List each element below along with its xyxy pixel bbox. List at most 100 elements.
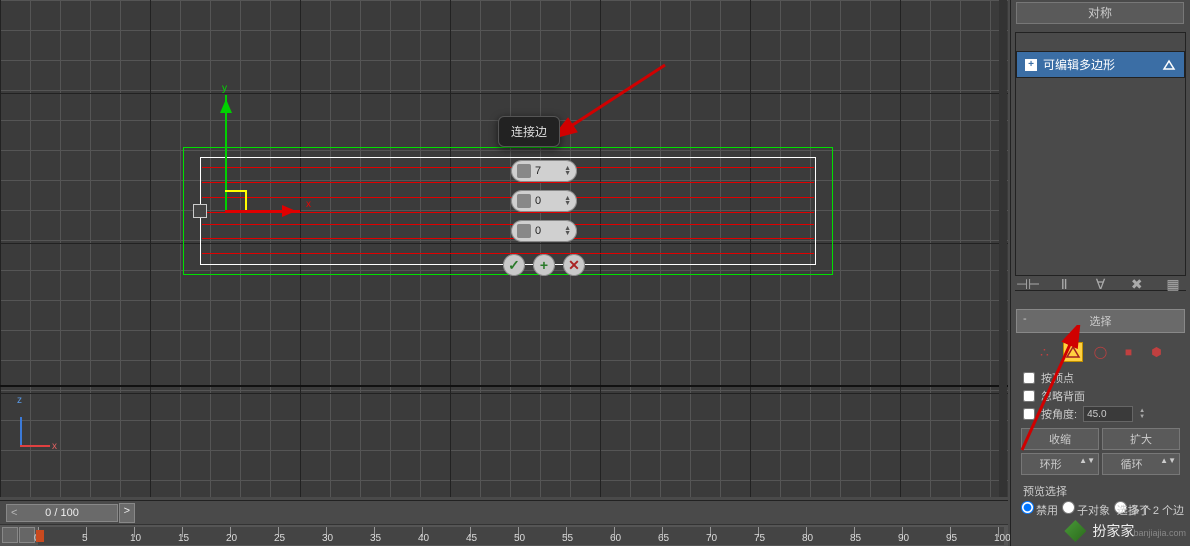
gizmo-y-axis[interactable]: [225, 95, 227, 210]
loop-button[interactable]: 循环▲▼: [1102, 453, 1180, 475]
by-vertex-check[interactable]: 按顶点: [1023, 370, 1178, 386]
horizon-line: [0, 385, 1008, 387]
grow-button[interactable]: 扩大: [1102, 428, 1180, 450]
ruler-tick-label: 50: [514, 533, 525, 544]
angle-spinner-arrows[interactable]: ▲▼: [1139, 408, 1145, 420]
ignore-backfacing-check[interactable]: 忽略背面: [1023, 388, 1178, 404]
border-mode-button[interactable]: ◯: [1091, 342, 1111, 362]
ruler-tick-label: 5: [82, 533, 88, 544]
polygon-mode-button[interactable]: ■: [1119, 342, 1139, 362]
axis-z-label: z: [17, 395, 22, 406]
ignore-backfacing-label: 忽略背面: [1041, 388, 1085, 404]
ruler-tick-label: 40: [418, 533, 429, 544]
slide-value: 0: [535, 225, 541, 237]
caddy-controls: 7 ▲▼ 0 ▲▼ 0 ▲▼ ✓ + ✕: [503, 160, 585, 276]
element-mode-button[interactable]: ⬢: [1147, 342, 1167, 362]
modifier-dropdown[interactable]: 对称: [1016, 2, 1184, 24]
edge-mode-icon: [1162, 59, 1176, 71]
ruler-tick-label: 85: [850, 533, 861, 544]
time-slider-bar: 0 / 100: [0, 500, 1008, 524]
ruler-handle[interactable]: [36, 530, 44, 542]
caddy-button-row: ✓ + ✕: [503, 254, 585, 276]
collapse-icon: -: [1023, 313, 1027, 325]
ruler-tick-label: 70: [706, 533, 717, 544]
by-angle-label: 按角度:: [1041, 406, 1077, 422]
selection-status: 选择了 2 个边: [1117, 502, 1184, 518]
axis-z: [20, 417, 22, 447]
modifier-stack-toolbar: ⊣⊢ Ⅱ ∀ ✖ ▦: [1015, 254, 1186, 291]
pin-stack-icon[interactable]: ⊣⊢: [1019, 275, 1037, 293]
spinner-arrows[interactable]: ▲▼: [564, 196, 571, 206]
gizmo-xy-plane[interactable]: [225, 190, 245, 192]
caddy-tooltip: 连接边: [498, 116, 560, 147]
rollout-title: 选择: [1090, 316, 1112, 328]
edge-mode-button[interactable]: [1063, 342, 1083, 362]
angle-input[interactable]: [1083, 406, 1133, 422]
remove-modifier-icon[interactable]: ✖: [1128, 275, 1146, 293]
tooltip-label: 连接边: [511, 125, 547, 139]
ruler-tick-label: 10: [130, 533, 141, 544]
selection-rollout: - 选择 ∴ ◯ ■ ⬢ 按顶点 忽略背面 按角度: ▲▼ 收缩 扩大 环形▲▼…: [1013, 306, 1188, 520]
expand-icon[interactable]: +: [1025, 59, 1037, 71]
ruler-buttons: [2, 527, 35, 543]
key-filter-button[interactable]: [19, 527, 35, 543]
segments-icon: [517, 164, 531, 178]
make-unique-icon[interactable]: ∀: [1092, 275, 1110, 293]
by-angle-check[interactable]: [1023, 408, 1035, 420]
segments-value: 7: [535, 165, 541, 177]
modifier-stack[interactable]: + 可编辑多边形: [1015, 32, 1186, 276]
shrink-button[interactable]: 收缩: [1021, 428, 1099, 450]
cancel-button[interactable]: ✕: [563, 254, 585, 276]
pinch-spinner[interactable]: 0 ▲▼: [511, 190, 577, 212]
gizmo-xy-plane[interactable]: [245, 190, 247, 210]
ring-button[interactable]: 环形▲▼: [1021, 453, 1099, 475]
ruler-track[interactable]: 0510152025303540455055606570758085909510…: [38, 527, 1004, 545]
gizmo-x-axis[interactable]: [225, 210, 300, 212]
modifier-item-label: 可编辑多边形: [1043, 56, 1115, 73]
ruler-tick-label: 45: [466, 533, 477, 544]
selection-rollout-header[interactable]: - 选择: [1016, 309, 1185, 333]
viewport-axis-tripod: z x: [20, 407, 60, 447]
preview-subobj-radio[interactable]: 子对象: [1062, 501, 1110, 518]
ok-button[interactable]: ✓: [503, 254, 525, 276]
time-slider[interactable]: 0 / 100: [6, 504, 118, 522]
preview-disable-radio[interactable]: 禁用: [1021, 501, 1058, 518]
by-vertex-label: 按顶点: [1041, 370, 1074, 386]
key-mode-button[interactable]: [2, 527, 18, 543]
slide-icon: [517, 224, 531, 238]
timeline-ruler[interactable]: 0510152025303540455055606570758085909510…: [0, 524, 1008, 546]
ruler-tick-label: 65: [658, 533, 669, 544]
ruler-tick-label: 90: [898, 533, 909, 544]
preview-selection-label: 预览选择: [1013, 479, 1188, 499]
watermark-en: banjiajia.com: [1133, 528, 1186, 538]
configure-sets-icon[interactable]: ▦: [1164, 275, 1182, 293]
gizmo-y-label: y: [222, 83, 227, 94]
apply-button[interactable]: +: [533, 254, 555, 276]
command-panel: 对称 + 可编辑多边形 ⊣⊢ Ⅱ ∀ ✖ ▦ - 选择 ∴ ◯ ■ ⬢ 按顶点 …: [1010, 0, 1190, 546]
ruler-tick-label: 95: [946, 533, 957, 544]
spinner-arrows[interactable]: ▲▼: [564, 166, 571, 176]
viewport[interactable]: y x 连接边 7 ▲▼ 0 ▲▼ 0 ▲▼ ✓ + ✕: [0, 0, 1008, 497]
ruler-tick-label: 20: [226, 533, 237, 544]
ruler-tick-label: 15: [178, 533, 189, 544]
gizmo-x-label: x: [306, 199, 311, 210]
modifier-dropdown-label: 对称: [1088, 6, 1112, 20]
modifier-item-editable-poly[interactable]: + 可编辑多边形: [1016, 51, 1185, 78]
ruler-tick-label: 100: [994, 533, 1011, 544]
sub-object-row: ∴ ◯ ■ ⬢: [1013, 336, 1188, 368]
gizmo-origin[interactable]: [193, 204, 207, 218]
watermark: 扮家家 banjiajia.com: [1064, 520, 1186, 542]
time-slider-label: 0 / 100: [45, 507, 79, 519]
ruler-tick-label: 60: [610, 533, 621, 544]
watermark-logo-icon: [1064, 520, 1086, 542]
spinner-arrows[interactable]: ▲▼: [564, 226, 571, 236]
viewport-scrollbar[interactable]: [999, 0, 1007, 497]
segments-spinner[interactable]: 7 ▲▼: [511, 160, 577, 182]
pinch-icon: [517, 194, 531, 208]
ruler-tick-label: 30: [322, 533, 333, 544]
slide-spinner[interactable]: 0 ▲▼: [511, 220, 577, 242]
ruler-tick-label: 80: [802, 533, 813, 544]
axis-x: [20, 445, 50, 447]
show-end-result-icon[interactable]: Ⅱ: [1055, 275, 1073, 293]
vertex-mode-button[interactable]: ∴: [1035, 342, 1055, 362]
